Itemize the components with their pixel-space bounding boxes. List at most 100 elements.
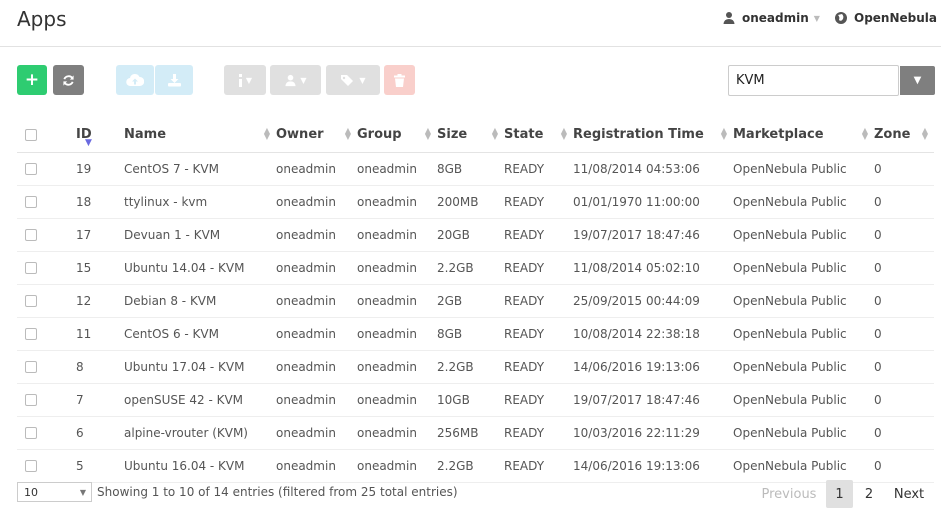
cell-group: oneadmin xyxy=(357,416,437,450)
table-row[interactable]: 8 Ubuntu 17.04 - KVM oneadmin oneadmin 2.2GB… xyxy=(17,350,934,384)
cell-owner: oneadmin xyxy=(276,350,357,384)
column-header-state[interactable]: State ▲ ▼ xyxy=(504,117,573,153)
cell-marketplace: OpenNebula Public xyxy=(733,416,874,450)
column-header-owner[interactable]: Owner ▲ ▼ xyxy=(276,117,357,153)
cell-registration-time: 14/06/2016 19:13:06 xyxy=(573,449,733,483)
row-select-cell xyxy=(17,383,59,417)
cell-registration-time: 11/08/2014 04:53:06 xyxy=(573,152,733,186)
cell-state: READY xyxy=(504,317,573,351)
user-menu[interactable]: oneadmin ▼ xyxy=(722,11,820,25)
cell-state: READY xyxy=(504,185,573,219)
cell-size: 256MB xyxy=(437,416,504,450)
table-row[interactable]: 5 Ubuntu 16.04 - KVM oneadmin oneadmin 2.2GB… xyxy=(17,449,934,483)
create-button[interactable]: + xyxy=(17,65,47,95)
cell-zone: 0 xyxy=(874,185,934,219)
info-menu-button[interactable]: ▼ xyxy=(224,65,266,95)
user-icon xyxy=(723,12,735,24)
cell-registration-time: 19/07/2017 18:47:46 xyxy=(573,383,733,417)
cell-state: READY xyxy=(504,251,573,285)
row-checkbox[interactable] xyxy=(25,229,37,241)
row-select-cell xyxy=(17,185,59,219)
search-input[interactable] xyxy=(728,65,899,96)
table-row[interactable]: 18 ttylinux - kvm oneadmin oneadmin 200MB REA… xyxy=(17,185,934,219)
refresh-icon xyxy=(63,74,74,86)
sort-desc-icon: ▼ xyxy=(85,138,92,148)
table-row[interactable]: 7 openSUSE 42 - KVM oneadmin oneadmin 10GB RE… xyxy=(17,383,934,417)
column-header-marketplace[interactable]: Marketplace ▲ ▼ xyxy=(733,117,874,153)
column-header-zone[interactable]: Zone ▲ ▼ xyxy=(874,117,934,153)
zone-menu[interactable]: OpenNebula ▼ xyxy=(834,11,941,25)
cell-zone: 0 xyxy=(874,317,934,351)
column-header-id[interactable]: ID ▼ xyxy=(59,117,124,153)
column-header-size[interactable]: Size ▲ ▼ xyxy=(437,117,504,153)
cell-zone: 0 xyxy=(874,251,934,285)
cell-owner: oneadmin xyxy=(276,317,357,351)
table-header-row: ID ▼ Name ▲ ▼ Owner ▲ ▼ Group ▲ ▼ Size ▲ ▼ S… xyxy=(17,117,934,153)
cell-zone: 0 xyxy=(874,383,934,417)
tag-icon xyxy=(341,74,354,86)
cell-group: oneadmin xyxy=(357,152,437,186)
cell-marketplace: OpenNebula Public xyxy=(733,185,874,219)
trash-icon xyxy=(394,73,405,87)
chevron-down-icon: ▼ xyxy=(813,13,820,23)
select-all-cell xyxy=(17,117,59,153)
cell-registration-time: 14/06/2016 19:13:06 xyxy=(573,350,733,384)
row-checkbox[interactable] xyxy=(25,262,37,274)
table-row[interactable]: 19 CentOS 7 - KVM oneadmin oneadmin 8GB READY… xyxy=(17,152,934,186)
column-header-group[interactable]: Group ▲ ▼ xyxy=(357,117,437,153)
pagination-page-2[interactable]: 2 xyxy=(858,480,880,508)
cell-name: Ubuntu 17.04 - KVM xyxy=(124,350,276,384)
table-row[interactable]: 17 Devuan 1 - KVM oneadmin oneadmin 20GB READ… xyxy=(17,218,934,252)
row-checkbox[interactable] xyxy=(25,196,37,208)
table-row[interactable]: 11 CentOS 6 - KVM oneadmin oneadmin 8GB READY… xyxy=(17,317,934,351)
pagination-page-1[interactable]: 1 xyxy=(826,480,853,508)
select-all-checkbox[interactable] xyxy=(25,128,37,141)
labels-button[interactable]: ▼ xyxy=(326,65,380,95)
cell-group: oneadmin xyxy=(357,185,437,219)
cell-owner: oneadmin xyxy=(276,383,357,417)
table-row[interactable]: 15 Ubuntu 14.04 - KVM oneadmin oneadmin 2.2G… xyxy=(17,251,934,285)
cell-id: 6 xyxy=(59,416,124,450)
download-button[interactable] xyxy=(155,65,193,95)
table-row[interactable]: 12 Debian 8 - KVM oneadmin oneadmin 2GB READY… xyxy=(17,284,934,318)
column-header-name[interactable]: Name ▲ ▼ xyxy=(124,117,276,153)
sort-icon: ▲ ▼ xyxy=(720,126,727,141)
cell-marketplace: OpenNebula Public xyxy=(733,383,874,417)
row-checkbox[interactable] xyxy=(25,361,37,373)
cell-id: 11 xyxy=(59,317,124,351)
search-options-button[interactable]: ▼ xyxy=(900,66,935,95)
cell-size: 200MB xyxy=(437,185,504,219)
cell-id: 5 xyxy=(59,449,124,483)
row-checkbox[interactable] xyxy=(25,295,37,307)
row-select-cell xyxy=(17,218,59,252)
column-header-registration-time[interactable]: Registration Time ▲ ▼ xyxy=(573,117,733,153)
cell-state: READY xyxy=(504,218,573,252)
row-checkbox[interactable] xyxy=(25,163,37,175)
cell-owner: oneadmin xyxy=(276,284,357,318)
page-header: Apps oneadmin ▼ OpenNebula ▼ xyxy=(0,0,941,47)
row-checkbox[interactable] xyxy=(25,394,37,406)
sort-icon: ▲ ▼ xyxy=(263,126,270,141)
row-checkbox[interactable] xyxy=(25,460,37,472)
cell-name: openSUSE 42 - KVM xyxy=(124,383,276,417)
page-size-select[interactable]: 10 ▼ xyxy=(17,482,92,502)
cell-marketplace: OpenNebula Public xyxy=(733,284,874,318)
delete-button[interactable] xyxy=(384,65,415,95)
row-checkbox[interactable] xyxy=(25,427,37,439)
cell-group: oneadmin xyxy=(357,251,437,285)
table-row[interactable]: 6 alpine-vrouter (KVM) oneadmin oneadmin 256… xyxy=(17,416,934,450)
cell-registration-time: 25/09/2015 00:44:09 xyxy=(573,284,733,318)
cell-id: 18 xyxy=(59,185,124,219)
refresh-button[interactable] xyxy=(53,65,84,95)
apps-table: ID ▼ Name ▲ ▼ Owner ▲ ▼ Group ▲ ▼ Size ▲ ▼ S… xyxy=(17,117,934,483)
cell-name: alpine-vrouter (KVM) xyxy=(124,416,276,450)
cell-marketplace: OpenNebula Public xyxy=(733,152,874,186)
pagination-previous[interactable]: Previous xyxy=(757,480,821,508)
cell-id: 15 xyxy=(59,251,124,285)
row-select-cell xyxy=(17,416,59,450)
pagination-next[interactable]: Next xyxy=(889,480,929,508)
import-button[interactable] xyxy=(116,65,154,95)
change-owner-button[interactable]: ▼ xyxy=(270,65,321,95)
sort-icon: ▲ ▼ xyxy=(491,126,498,141)
row-checkbox[interactable] xyxy=(25,328,37,340)
